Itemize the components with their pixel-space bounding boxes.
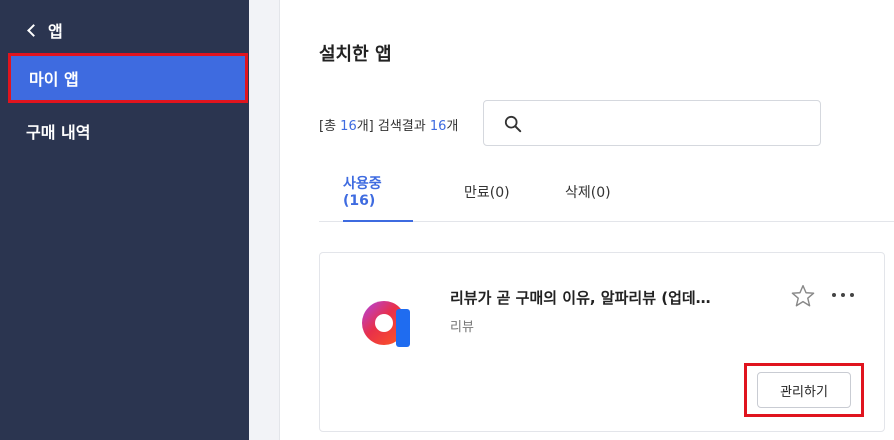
search-input[interactable] — [483, 100, 821, 146]
page-title: 설치한 앱 — [319, 44, 392, 65]
chevron-left-icon — [27, 23, 40, 37]
manage-button-highlight: 관리하기 — [744, 363, 864, 417]
sidebar: 앱 마이 앱 구매 내역 — [0, 0, 249, 440]
count-suffix: 개 — [446, 119, 459, 134]
manage-button[interactable]: 관리하기 — [757, 372, 851, 408]
status-tabs: 사용중(16) 만료(0) 삭제(0) — [319, 162, 894, 222]
tab-deleted[interactable]: 삭제(0) — [565, 162, 611, 222]
tab-in-use[interactable]: 사용중(16) — [343, 162, 413, 222]
app-category: 리뷰 — [450, 320, 474, 335]
tab-expired[interactable]: 만료(0) — [464, 162, 510, 222]
app-card: 리뷰가 곧 구매의 이유, 알파리뷰 (업데이트) 리뷰 관리하기 — [319, 252, 885, 432]
dot — [850, 293, 854, 297]
alpha-review-app-icon — [362, 301, 410, 347]
more-options-icon[interactable] — [832, 287, 854, 303]
result-count: [총 16개] 검색결과 16개 — [319, 115, 458, 134]
dot — [832, 293, 836, 297]
star-favorite-icon[interactable] — [790, 283, 816, 309]
sidebar-item-purchase-history[interactable]: 구매 내역 — [8, 106, 248, 156]
sidebar-item-label: 구매 내역 — [26, 123, 91, 142]
app-name[interactable]: 리뷰가 곧 구매의 이유, 알파리뷰 (업데이트) — [450, 287, 720, 308]
main-panel: 설치한 앱 [총 16개] 검색결과 16개 사용중(16) 만료(0) 삭제(… — [279, 0, 894, 440]
count-prefix: [총 — [319, 119, 341, 134]
back-to-apps-link[interactable]: 앱 — [27, 17, 63, 43]
dot — [841, 293, 845, 297]
sidebar-item-my-apps[interactable]: 마이 앱 — [8, 53, 248, 103]
back-label: 앱 — [48, 22, 63, 41]
search-result-count: 16 — [429, 119, 447, 134]
content-gutter — [249, 0, 279, 440]
search-icon — [504, 115, 522, 133]
sidebar-item-label: 마이 앱 — [29, 70, 79, 89]
total-count: 16 — [340, 119, 357, 134]
count-mid: 개] 검색결과 — [356, 119, 430, 134]
